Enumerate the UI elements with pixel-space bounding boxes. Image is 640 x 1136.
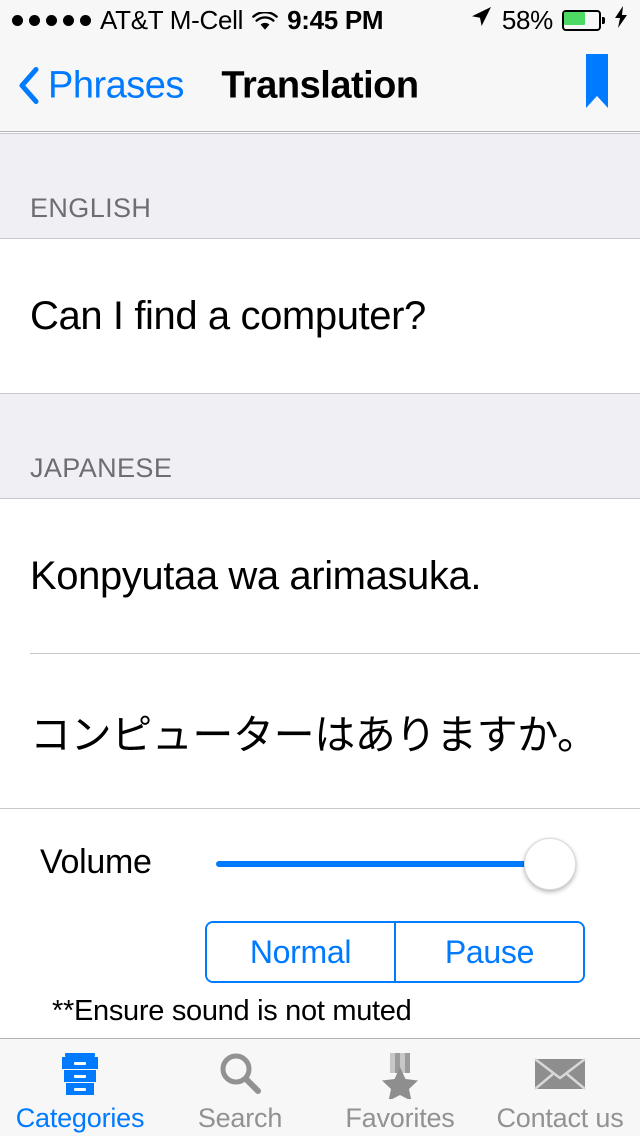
battery-percent-label: 58% (501, 4, 553, 35)
medal-star-icon (375, 1047, 425, 1101)
back-button-label: Phrases (48, 64, 184, 106)
tab-bar: Categories Search Favorites Contact us (0, 1038, 640, 1136)
location-arrow-icon (469, 5, 493, 36)
search-icon (215, 1047, 265, 1101)
clock-label: 9:45 PM (287, 4, 384, 35)
volume-label: Volume (40, 843, 152, 881)
volume-slider-track-filled (216, 861, 554, 867)
japanese-romaji-text: Konpyutaa wa arimasuka. (30, 553, 482, 598)
tab-favorites[interactable]: Favorites (320, 1039, 480, 1136)
playback-mode-segmented-control[interactable]: Normal Pause (205, 921, 585, 983)
sound-note-text: **Ensure sound is not muted (52, 995, 412, 1027)
english-phrase-row[interactable]: Can I find a computer? (0, 239, 640, 393)
back-button[interactable]: Phrases (18, 64, 184, 107)
translation-list: ENGLISH Can I find a computer? JAPANESE … (0, 133, 640, 1049)
tab-categories-label: Categories (15, 1103, 145, 1133)
volume-row: Volume (0, 809, 640, 919)
japanese-script-text: コンピューターはありますか。 (30, 712, 598, 758)
status-bar-right: 58% (469, 5, 628, 36)
battery-icon (562, 9, 605, 31)
volume-slider-thumb[interactable] (524, 838, 576, 890)
tab-search-label: Search (197, 1103, 283, 1133)
tab-search[interactable]: Search (160, 1039, 320, 1136)
wifi-icon (252, 10, 278, 30)
segment-normal-button[interactable]: Normal (207, 923, 394, 981)
charging-bolt-icon (614, 5, 628, 36)
japanese-romaji-row[interactable]: Konpyutaa wa arimasuka. (0, 499, 640, 653)
english-phrase-text: Can I find a computer? (30, 293, 426, 338)
app-screen: AT&T M-Cell 9:45 PM 58% Phrases Translat… (0, 0, 640, 1136)
tab-categories[interactable]: Categories (0, 1039, 160, 1136)
tab-contact-us[interactable]: Contact us (480, 1039, 640, 1136)
envelope-icon (533, 1047, 587, 1101)
bookmark-icon[interactable] (586, 54, 608, 108)
navigation-bar: Phrases Translation (0, 40, 640, 132)
segment-pause-button[interactable]: Pause (394, 923, 583, 981)
status-bar-left: AT&T M-Cell 9:45 PM (12, 4, 384, 36)
tab-favorites-label: Favorites (345, 1103, 455, 1133)
file-cabinet-icon (55, 1047, 105, 1101)
tab-contact-us-label: Contact us (496, 1103, 624, 1133)
section-header-japanese: JAPANESE (0, 393, 640, 499)
chevron-left-icon (18, 67, 40, 105)
status-bar: AT&T M-Cell 9:45 PM 58% (0, 0, 640, 40)
section-header-english: ENGLISH (0, 133, 640, 239)
audio-controls-panel: Volume Normal Pause **Ensure sound is no… (0, 809, 640, 1049)
japanese-script-row[interactable]: コンピューターはありますか。 (0, 654, 640, 808)
signal-strength-dots (12, 14, 91, 26)
volume-slider[interactable] (216, 833, 576, 897)
carrier-label: AT&T M-Cell (100, 4, 244, 35)
